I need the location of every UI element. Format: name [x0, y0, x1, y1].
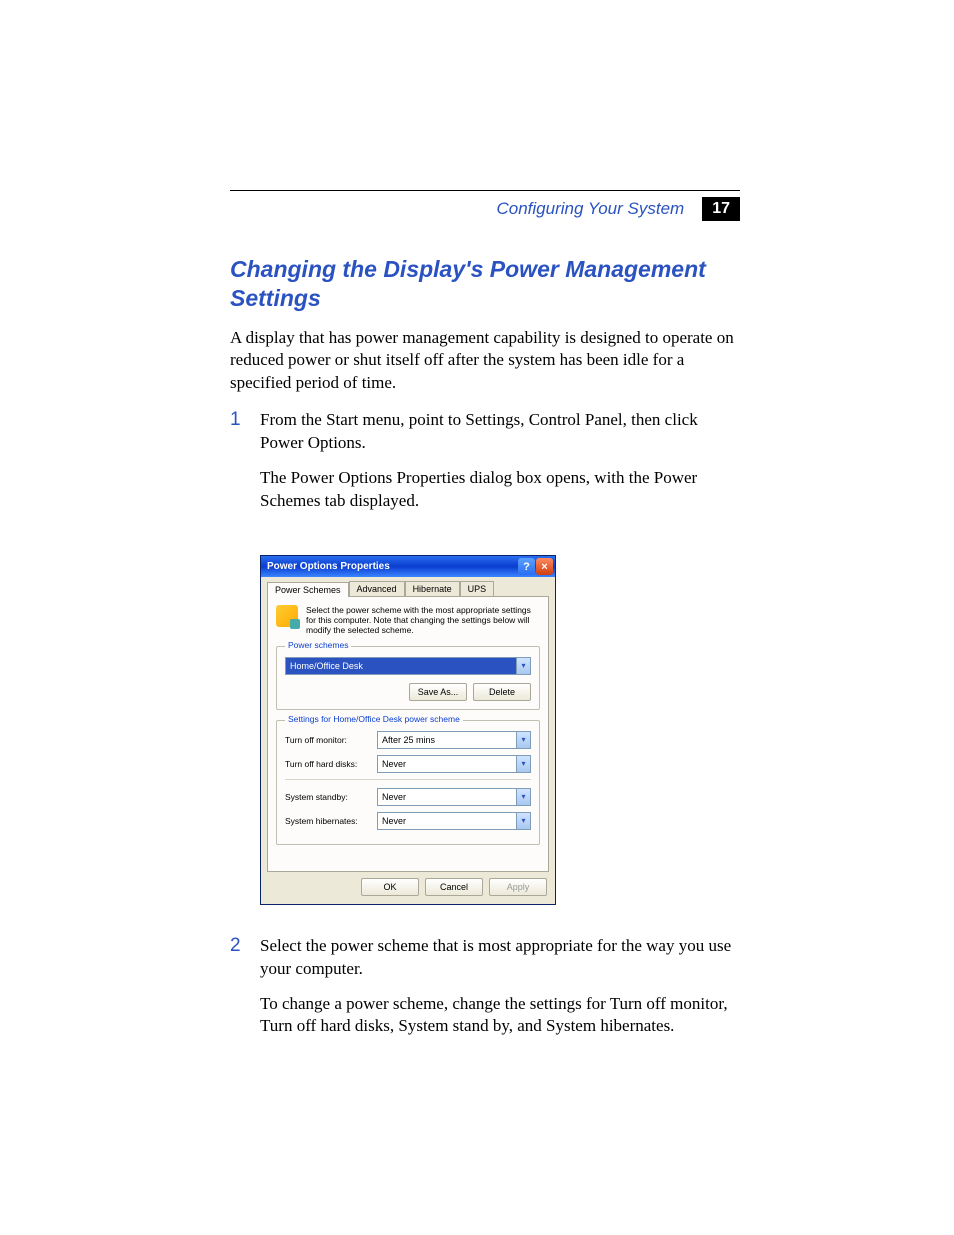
setting-value: After 25 mins [378, 732, 516, 748]
tab-panel: Select the power scheme with the most ap… [267, 596, 549, 872]
tab-power-schemes[interactable]: Power Schemes [267, 582, 349, 597]
help-icon[interactable]: ? [518, 558, 535, 575]
delete-button[interactable]: Delete [473, 683, 531, 701]
step-text: To change a power scheme, change the set… [260, 993, 740, 1039]
running-head-text: Configuring Your System [496, 199, 684, 219]
page-number: 17 [702, 197, 740, 221]
group-label: Settings for Home/Office Desk power sche… [285, 714, 463, 724]
step-text: From the Start menu, point to Settings, … [260, 409, 740, 455]
cancel-button[interactable]: Cancel [425, 878, 483, 896]
ok-button[interactable]: OK [361, 878, 419, 896]
setting-row-hibernate: System hibernates: Never ▾ [285, 812, 531, 830]
step-1: 1 From the Start menu, point to Settings… [230, 409, 740, 525]
settings-group: Settings for Home/Office Desk power sche… [276, 720, 540, 845]
setting-label: System hibernates: [285, 816, 377, 826]
step-text: Select the power scheme that is most app… [260, 935, 740, 981]
setting-label: Turn off monitor: [285, 735, 377, 745]
power-schemes-group: Power schemes Home/Office Desk ▾ Save As… [276, 646, 540, 710]
chevron-down-icon: ▾ [516, 732, 530, 748]
intro-paragraph: A display that has power management capa… [230, 327, 740, 396]
chevron-down-icon: ▾ [516, 813, 530, 829]
setting-label: System standby: [285, 792, 377, 802]
chevron-down-icon: ▾ [516, 789, 530, 805]
dialog-title: Power Options Properties [267, 561, 517, 572]
dialog-description: Select the power scheme with the most ap… [306, 605, 540, 636]
setting-label: Turn off hard disks: [285, 759, 377, 769]
chevron-down-icon: ▾ [516, 658, 530, 674]
tab-hibernate[interactable]: Hibernate [405, 581, 460, 596]
tab-advanced[interactable]: Advanced [349, 581, 405, 596]
power-scheme-icon [276, 605, 298, 627]
system-hibernates-select[interactable]: Never ▾ [377, 812, 531, 830]
dialog-titlebar: Power Options Properties ? × [261, 556, 555, 577]
power-scheme-value: Home/Office Desk [286, 658, 516, 674]
save-as-button[interactable]: Save As... [409, 683, 467, 701]
power-scheme-select[interactable]: Home/Office Desk ▾ [285, 657, 531, 675]
close-icon[interactable]: × [536, 558, 553, 575]
running-header: Configuring Your System 17 [230, 197, 740, 221]
group-label: Power schemes [285, 640, 351, 650]
tab-bar: Power Schemes Advanced Hibernate UPS [261, 577, 555, 596]
step-number: 1 [230, 409, 246, 525]
turn-off-monitor-select[interactable]: After 25 mins ▾ [377, 731, 531, 749]
setting-value: Never [378, 789, 516, 805]
tab-ups[interactable]: UPS [460, 581, 495, 596]
power-options-dialog: Power Options Properties ? × Power Schem… [260, 555, 556, 905]
setting-value: Never [378, 756, 516, 772]
step-text: The Power Options Properties dialog box … [260, 467, 740, 513]
setting-row-harddisks: Turn off hard disks: Never ▾ [285, 755, 531, 773]
apply-button[interactable]: Apply [489, 878, 547, 896]
section-heading: Changing the Display's Power Management … [230, 255, 740, 313]
step-2: 2 Select the power scheme that is most a… [230, 935, 740, 1051]
setting-value: Never [378, 813, 516, 829]
setting-row-standby: System standby: Never ▾ [285, 788, 531, 806]
step-number: 2 [230, 935, 246, 1051]
turn-off-harddisks-select[interactable]: Never ▾ [377, 755, 531, 773]
system-standby-select[interactable]: Never ▾ [377, 788, 531, 806]
chevron-down-icon: ▾ [516, 756, 530, 772]
setting-row-monitor: Turn off monitor: After 25 mins ▾ [285, 731, 531, 749]
